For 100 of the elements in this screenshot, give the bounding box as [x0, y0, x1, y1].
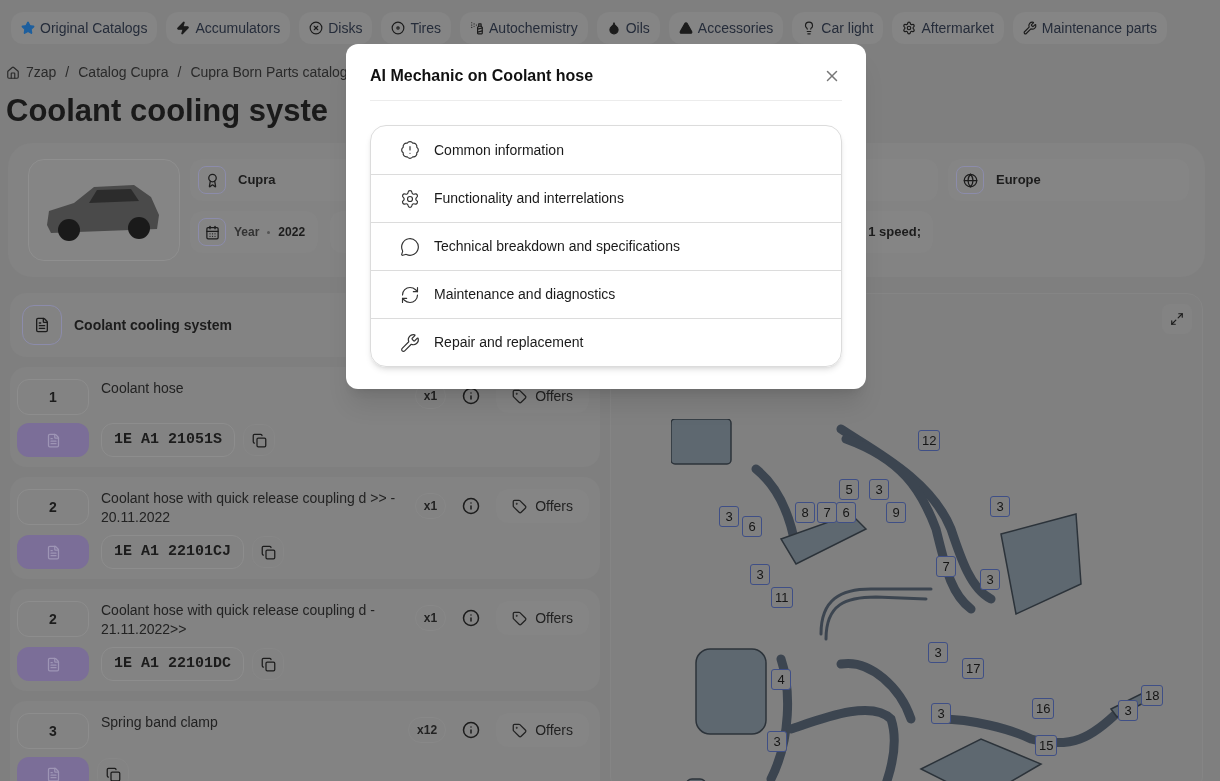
breadcrumb-link[interactable]: Catalog Cupra: [78, 62, 169, 83]
droplet-icon: [606, 21, 621, 35]
category-tab[interactable]: Original Catalogs: [11, 12, 158, 44]
callout-label[interactable]: 7: [817, 502, 837, 523]
part-name: Coolant hose with quick release coupling d >> - 20.11.2022: [101, 489, 397, 527]
callout-label[interactable]: 3: [869, 479, 889, 500]
home-icon: [6, 65, 20, 80]
spray-can-icon: [470, 21, 485, 35]
callout-label[interactable]: 6: [742, 516, 762, 537]
copy-icon: [105, 766, 121, 781]
alert-badge-icon: [400, 140, 420, 160]
page-title: Coolant cooling syste: [5, 92, 330, 130]
brand-name: Cupra: [238, 171, 276, 190]
modal-title: AI Mechanic on Coolant hose: [370, 66, 594, 86]
position-number: 2: [17, 601, 89, 637]
engine-text: 1 speed;: [868, 223, 921, 242]
position-number: 2: [17, 489, 89, 525]
info-icon: [462, 497, 481, 515]
wrench-icon: [400, 332, 420, 353]
speech-bubble-icon: [400, 236, 420, 257]
category-tab[interactable]: Autochemistry: [460, 12, 588, 44]
dot-separator: [267, 230, 271, 234]
callout-label[interactable]: 3: [980, 569, 1000, 590]
topic-item[interactable]: Functionality and interrelations: [371, 174, 841, 222]
breadcrumb-link[interactable]: Cupra Born Parts catalog: [190, 62, 348, 83]
callout-label[interactable]: 3: [767, 731, 787, 752]
category-tab[interactable]: Car light: [792, 12, 884, 44]
breadcrumb-link[interactable]: 7zap: [26, 62, 57, 83]
copy-button[interactable]: [252, 536, 285, 568]
callout-label[interactable]: 16: [1032, 698, 1055, 719]
quantity-badge: x12: [408, 717, 447, 743]
quantity-badge: x1: [414, 605, 447, 631]
quantity-badge: x1: [414, 493, 447, 519]
copy-button[interactable]: [252, 648, 285, 680]
callout-label[interactable]: 3: [931, 703, 951, 724]
category-tab[interactable]: Tires: [381, 12, 452, 44]
part-number: 1E A1 22101CJ: [101, 535, 245, 569]
callout-label[interactable]: 17: [962, 658, 985, 679]
callout-label[interactable]: 3: [928, 642, 948, 663]
callout-label[interactable]: 3: [750, 564, 770, 585]
breadcrumb-separator: /: [64, 63, 71, 82]
info-icon: [462, 609, 481, 627]
year-label: Year: [234, 224, 260, 241]
callout-label[interactable]: 3: [719, 506, 739, 527]
copy-button[interactable]: [97, 758, 129, 781]
document-icon: [45, 544, 61, 560]
callout-label[interactable]: 4: [771, 669, 791, 690]
star-icon: [21, 21, 35, 35]
callout-label[interactable]: 9: [886, 502, 906, 523]
gear-icon: [902, 21, 917, 35]
part-number: 1E A1 21051S: [101, 423, 236, 457]
callout-label[interactable]: 8: [795, 502, 815, 523]
topic-item[interactable]: Maintenance and diagnostics: [371, 270, 841, 318]
category-tab[interactable]: Accumulators: [166, 12, 291, 44]
document-icon: [34, 317, 50, 333]
part-number: 1E A1 22101DC: [101, 647, 245, 681]
part-name: Spring band clamp: [101, 713, 219, 732]
globe-icon: [962, 172, 978, 188]
callout-label[interactable]: 18: [1141, 685, 1164, 706]
info-icon: [462, 721, 481, 739]
callout-label[interactable]: 6: [836, 502, 856, 523]
category-tab[interactable]: Accessories: [668, 12, 784, 44]
tag-icon: [512, 388, 528, 404]
callout-label[interactable]: 15: [1035, 735, 1058, 756]
copy-icon: [260, 544, 276, 560]
tag-icon: [512, 722, 528, 738]
region-name: Europe: [996, 171, 1041, 190]
copy-icon: [251, 432, 267, 448]
callout-label[interactable]: 3: [1118, 700, 1138, 721]
gear-icon: [400, 188, 420, 209]
panel-title: Coolant cooling system: [74, 315, 232, 335]
year-value: 2022: [278, 224, 306, 241]
callout-label[interactable]: 3: [990, 496, 1010, 517]
triangle-icon: [678, 21, 693, 35]
category-tab[interactable]: Disks: [299, 12, 373, 44]
topic-item[interactable]: Technical breakdown and specifications: [371, 222, 841, 270]
refresh-icon: [400, 284, 420, 305]
copy-button[interactable]: [243, 424, 276, 456]
circle-cross-icon: [309, 21, 324, 35]
part-name: Coolant hose with quick release coupling d - 21.11.2022>>: [101, 601, 376, 639]
position-number: 3: [17, 713, 89, 749]
callout-label[interactable]: 11: [771, 587, 793, 608]
info-icon: [462, 387, 481, 405]
tag-icon: [512, 498, 528, 514]
calendar-icon: [204, 224, 220, 240]
topic-item[interactable]: Repair and replacement: [371, 318, 841, 366]
callout-label[interactable]: 5: [839, 479, 859, 500]
expand-icon: [1170, 312, 1184, 326]
category-tab[interactable]: Oils: [596, 12, 660, 44]
document-icon: [45, 656, 61, 672]
tag-icon: [512, 610, 528, 626]
category-tab[interactable]: Maintenance parts: [1012, 12, 1167, 44]
topic-item[interactable]: Common information: [371, 126, 841, 174]
wrench-icon: [1022, 21, 1037, 35]
tire-icon: [391, 21, 406, 35]
category-tab[interactable]: Aftermarket: [892, 12, 1004, 44]
document-icon: [45, 766, 61, 781]
callout-label[interactable]: 7: [936, 556, 956, 577]
part-name: Coolant hose: [101, 379, 185, 398]
callout-label[interactable]: 12: [918, 430, 941, 451]
